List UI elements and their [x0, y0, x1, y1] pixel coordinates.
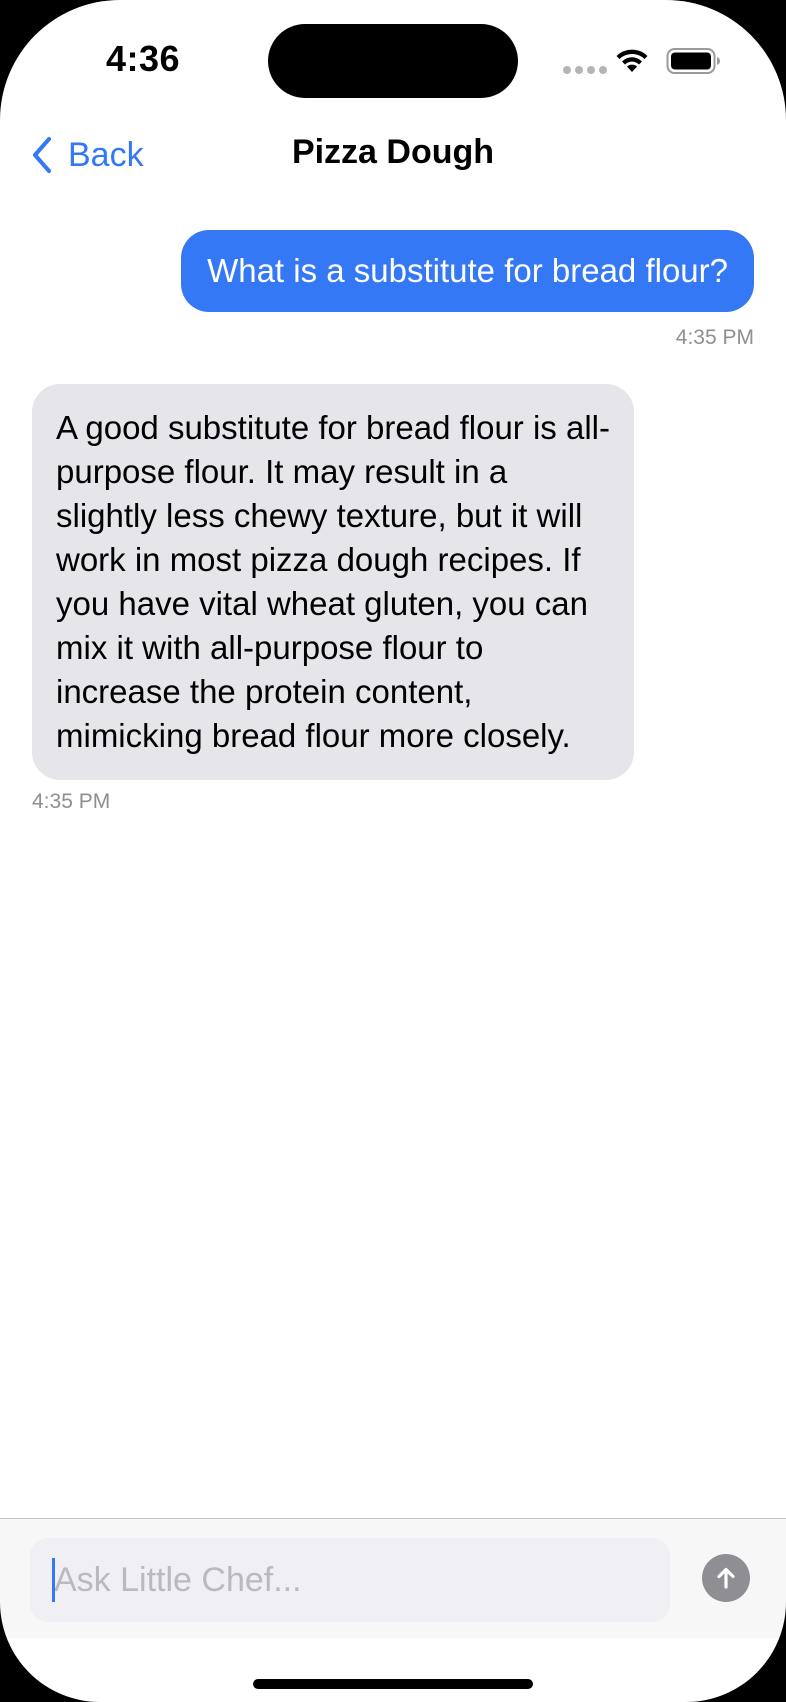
- screen-corner: [686, 1602, 786, 1702]
- home-indicator[interactable]: [253, 1679, 533, 1689]
- assistant-message-bubble: A good substitute for bread flour is all…: [32, 384, 634, 780]
- text-caret: [52, 1558, 55, 1602]
- dynamic-island: [268, 24, 518, 98]
- arrow-up-icon: [717, 1567, 735, 1589]
- home-area: [0, 1638, 786, 1702]
- message-input[interactable]: [30, 1538, 670, 1622]
- device: 4:36 Back Pizza Dough What is a substitu…: [0, 0, 786, 1702]
- screen-corner: [0, 1602, 100, 1702]
- screen-corner: [666, 0, 786, 120]
- screen-corner: [0, 0, 120, 120]
- send-button[interactable]: [702, 1554, 750, 1602]
- assistant-message-timestamp: 4:35 PM: [32, 790, 111, 813]
- page-title: Pizza Dough: [291, 133, 495, 171]
- app-screen: 4:36 Back Pizza Dough What is a substitu…: [0, 0, 786, 1702]
- user-message-timestamp: 4:35 PM: [675, 326, 754, 349]
- cellular-signal-icon: [563, 66, 607, 74]
- wifi-icon: [616, 49, 648, 72]
- user-message-bubble: What is a substitute for bread flour?: [181, 230, 754, 312]
